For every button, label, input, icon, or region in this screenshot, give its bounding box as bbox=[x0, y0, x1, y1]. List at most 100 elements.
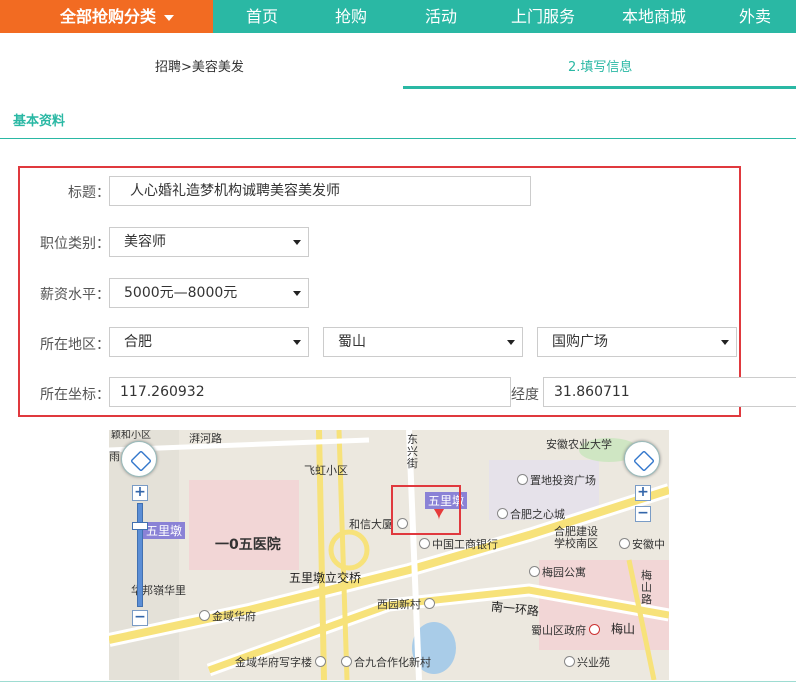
poi-icon bbox=[424, 598, 435, 609]
poi-icon bbox=[341, 656, 352, 667]
map-pan-control-right[interactable] bbox=[624, 441, 660, 477]
salary-label: 薪资水平： bbox=[40, 287, 110, 303]
step-indicator: 招聘>美容美发 2.填写信息 bbox=[0, 33, 796, 89]
step-2-label: 2.填写信息 bbox=[568, 60, 633, 75]
map-zoom-in-button-right[interactable]: + bbox=[635, 485, 651, 501]
map-label-text: 安徽中 bbox=[632, 538, 665, 551]
title-label: 标题： bbox=[68, 185, 110, 201]
area-select[interactable]: 国购广场 bbox=[537, 327, 737, 357]
district-value: 蜀山 bbox=[338, 334, 366, 350]
poi-icon bbox=[619, 538, 630, 549]
latitude-label: 经度 bbox=[511, 387, 539, 403]
map-label-text: 合肥之心城 bbox=[510, 508, 565, 521]
dropdown-arrow-icon bbox=[721, 340, 729, 345]
step-1-label[interactable]: 招聘>美容美发 bbox=[155, 56, 244, 75]
city-select[interactable]: 合肥 bbox=[109, 327, 309, 357]
nav-item-flash-sale[interactable]: 抢购 bbox=[335, 0, 367, 33]
map-label-text: 金域华府 bbox=[212, 610, 256, 623]
map-label: 兴业苑 bbox=[564, 654, 610, 670]
dropdown-arrow-icon bbox=[507, 340, 515, 345]
map-label-text: 中国工商银行 bbox=[432, 538, 498, 551]
map-label: 西园新村 bbox=[377, 596, 437, 612]
position-value: 美容师 bbox=[124, 234, 166, 250]
map-zoom-in-button-left[interactable]: + bbox=[132, 485, 148, 501]
nav-item-home-service[interactable]: 上门服务 bbox=[511, 0, 575, 33]
map-label-hospital: 一0五医院 bbox=[215, 537, 281, 553]
position-label: 职位类别： bbox=[40, 236, 110, 252]
map-pan-control-left[interactable] bbox=[121, 441, 157, 477]
nav-item-activities[interactable]: 活动 bbox=[425, 0, 457, 33]
map-zoom-slider-left[interactable] bbox=[137, 503, 143, 607]
poi-icon bbox=[199, 610, 210, 621]
coord-label: 所在坐标： bbox=[40, 387, 110, 403]
map-label-text: 蜀山区政府 bbox=[531, 624, 586, 637]
map-label-text: 兴业苑 bbox=[577, 656, 610, 669]
map-view[interactable]: 湃河路 颖和小区 雨 飞虹小区 东兴街 安徽农业大学 置地投资广场 五里墩 五里… bbox=[109, 430, 669, 680]
area-value: 国购广场 bbox=[552, 334, 608, 350]
map-zoom-thumb-left[interactable] bbox=[132, 522, 148, 530]
poi-icon bbox=[497, 508, 508, 519]
map-label: 置地投资广场 bbox=[517, 472, 596, 488]
region-label: 所在地区： bbox=[40, 337, 110, 353]
map-label-text: 置地投资广场 bbox=[530, 474, 596, 487]
map-label-text: 金域华府写字楼 bbox=[235, 656, 312, 669]
map-canvas bbox=[109, 430, 669, 680]
bottom-divider bbox=[0, 681, 796, 682]
map-label-text: 和信大厦 bbox=[349, 518, 393, 531]
map-label: 梅园公寓 bbox=[529, 564, 586, 580]
map-label: 合肥建设学校南区 bbox=[554, 525, 598, 550]
title-input[interactable]: 人心婚礼造梦机构诚聘美容美发师 bbox=[109, 176, 531, 206]
map-label-text: 西园新村 bbox=[377, 598, 421, 611]
nav-item-home[interactable]: 首页 bbox=[246, 0, 278, 33]
map-label: 中国工商银行 bbox=[419, 536, 498, 552]
all-categories-dropdown[interactable]: 全部抢购分类 bbox=[0, 0, 213, 33]
salary-select[interactable]: 5000元—8000元 bbox=[109, 278, 309, 308]
map-label: 金域华府 bbox=[199, 608, 256, 624]
poi-icon bbox=[564, 656, 575, 667]
map-label: 梅山路 bbox=[641, 569, 652, 606]
top-nav: 全部抢购分类 首页 抢购 活动 上门服务 本地商城 外卖 bbox=[0, 0, 796, 33]
map-label-wulidun-tag-west: 五里墩 bbox=[143, 522, 186, 539]
map-label: 雨 bbox=[109, 450, 120, 463]
poi-icon bbox=[529, 566, 540, 577]
map-label: 颖和小区 bbox=[111, 430, 151, 441]
map-label: 蜀山区政府 bbox=[531, 622, 602, 638]
map-label-road: 梅山 bbox=[611, 622, 636, 636]
bank-icon bbox=[419, 538, 430, 549]
map-label: 安徽中 bbox=[619, 536, 665, 552]
map-interchange bbox=[328, 529, 370, 571]
map-label-text: 飞虹小区 bbox=[304, 464, 348, 477]
dropdown-arrow-icon bbox=[293, 340, 301, 345]
government-icon bbox=[589, 624, 600, 635]
salary-value: 5000元—8000元 bbox=[124, 285, 238, 301]
map-area-hospital bbox=[189, 480, 299, 570]
map-label-interchange: 五里墩立交桥 bbox=[289, 571, 362, 585]
section-title: 基本资料 bbox=[13, 114, 66, 129]
map-label-text: 合九合作化新村 bbox=[354, 656, 431, 669]
map-label: 东兴街 bbox=[407, 433, 418, 470]
dropdown-arrow-icon bbox=[293, 240, 301, 245]
active-step-underline bbox=[403, 86, 796, 89]
nav-item-takeout[interactable]: 外卖 bbox=[739, 0, 771, 33]
poi-icon bbox=[517, 474, 528, 485]
position-select[interactable]: 美容师 bbox=[109, 227, 309, 257]
map-label: 金域华府写字楼 bbox=[235, 654, 328, 670]
marker-highlight-box bbox=[391, 485, 461, 535]
map-zoom-out-button-right[interactable]: − bbox=[635, 506, 651, 522]
nav-item-local-mall[interactable]: 本地商城 bbox=[622, 0, 686, 33]
latitude-input[interactable]: 31.860711 bbox=[543, 377, 796, 407]
district-select[interactable]: 蜀山 bbox=[323, 327, 523, 357]
poi-icon bbox=[315, 656, 326, 667]
map-label: 安徽农业大学 bbox=[546, 438, 612, 451]
section-divider bbox=[0, 138, 796, 139]
map-zoom-out-button-left[interactable]: − bbox=[132, 610, 148, 626]
map-label: 湃河路 bbox=[189, 432, 222, 445]
all-categories-label: 全部抢购分类 bbox=[60, 7, 157, 26]
chevron-down-icon bbox=[164, 14, 175, 21]
map-label-text: 梅园公寓 bbox=[542, 566, 586, 579]
map-label: 飞虹小区 bbox=[304, 462, 348, 478]
dropdown-arrow-icon bbox=[293, 291, 301, 296]
longitude-input[interactable]: 117.260932 bbox=[109, 377, 511, 407]
city-value: 合肥 bbox=[124, 334, 152, 350]
map-label: 合肥之心城 bbox=[497, 506, 565, 522]
